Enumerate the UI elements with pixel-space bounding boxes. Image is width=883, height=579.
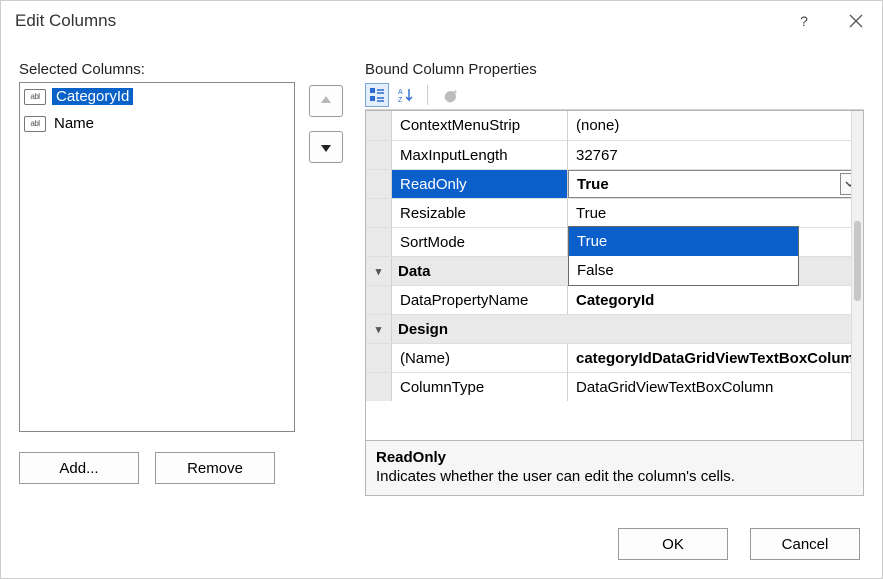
dropdown-option[interactable]: True xyxy=(569,227,798,256)
property-value[interactable]: 32767 xyxy=(568,141,863,169)
property-name: SortMode xyxy=(392,228,568,256)
edit-columns-dialog: Edit Columns ? Selected Columns: abl Cat… xyxy=(0,0,883,579)
titlebar: Edit Columns ? xyxy=(1,1,882,41)
category-name: Data xyxy=(392,257,568,285)
toolbar-separator xyxy=(427,85,428,105)
property-name: (Name) xyxy=(392,344,568,372)
dropdown-option[interactable]: False xyxy=(569,256,798,285)
add-button[interactable]: Add... xyxy=(19,452,139,484)
move-up-button[interactable] xyxy=(309,85,343,117)
property-row[interactable]: DataPropertyName CategoryId xyxy=(366,285,863,314)
bound-properties-panel: Bound Column Properties AZ ContextMenu xyxy=(365,61,864,496)
property-name: Resizable xyxy=(392,199,568,227)
alphabetical-icon[interactable]: AZ xyxy=(393,83,417,107)
description-title: ReadOnly xyxy=(376,449,853,466)
remove-button[interactable]: Remove xyxy=(155,452,275,484)
property-name: DataPropertyName xyxy=(392,286,568,314)
property-value-text: True xyxy=(577,176,609,193)
property-row[interactable]: ReadOnly True xyxy=(366,169,863,198)
svg-text:Z: Z xyxy=(398,97,403,103)
property-value[interactable]: True xyxy=(568,199,863,227)
dialog-buttons: OK Cancel xyxy=(1,514,882,578)
scrollbar-thumb[interactable] xyxy=(854,221,861,301)
property-grid: ContextMenuStrip (none) MaxInputLength 3… xyxy=(365,110,864,496)
property-value[interactable]: (none) xyxy=(568,111,863,140)
property-row[interactable]: MaxInputLength 32767 xyxy=(366,140,863,169)
collapse-icon[interactable]: ▾ xyxy=(376,265,382,278)
property-pages-icon[interactable] xyxy=(438,83,462,107)
list-item[interactable]: abl Name xyxy=(20,110,294,137)
selected-columns-list[interactable]: abl CategoryId abl Name xyxy=(19,82,295,432)
property-row[interactable]: Resizable True xyxy=(366,198,863,227)
dialog-title: Edit Columns xyxy=(15,11,116,31)
scrollbar[interactable] xyxy=(851,111,863,440)
selected-columns-label: Selected Columns: xyxy=(19,61,295,78)
property-category[interactable]: ▾ Design xyxy=(366,314,863,343)
property-row[interactable]: ColumnType DataGridViewTextBoxColumn xyxy=(366,372,863,401)
categorized-icon[interactable] xyxy=(365,83,389,107)
property-name: ContextMenuStrip xyxy=(392,111,568,140)
ok-button[interactable]: OK xyxy=(618,528,728,560)
text-column-icon: abl xyxy=(24,115,46,133)
readonly-dropdown[interactable]: True False xyxy=(568,226,799,286)
bound-properties-label: Bound Column Properties xyxy=(365,61,864,78)
property-row[interactable]: (Name) categoryIdDataGridViewTextBoxColu… xyxy=(366,343,863,372)
close-button[interactable] xyxy=(830,1,882,41)
cancel-button[interactable]: Cancel xyxy=(750,528,860,560)
property-name: ColumnType xyxy=(392,373,568,401)
selected-columns-panel: Selected Columns: abl CategoryId abl Nam… xyxy=(19,61,295,496)
help-button[interactable]: ? xyxy=(778,1,830,41)
property-description: ReadOnly Indicates whether the user can … xyxy=(366,440,863,495)
property-grid-toolbar: AZ xyxy=(365,82,864,110)
property-value[interactable]: DataGridViewTextBoxColumn xyxy=(568,373,863,401)
svg-text:A: A xyxy=(398,89,403,96)
property-value[interactable]: categoryIdDataGridViewTextBoxColumn xyxy=(568,344,863,372)
collapse-icon[interactable]: ▾ xyxy=(376,323,382,336)
move-down-button[interactable] xyxy=(309,131,343,163)
list-item[interactable]: abl CategoryId xyxy=(20,83,294,110)
property-value[interactable]: CategoryId xyxy=(568,286,863,314)
property-value[interactable]: True xyxy=(568,170,863,198)
description-text: Indicates whether the user can edit the … xyxy=(376,468,853,485)
property-name: ReadOnly xyxy=(392,170,568,198)
list-item-label: Name xyxy=(52,115,96,132)
property-row[interactable]: ContextMenuStrip (none) xyxy=(366,111,863,140)
text-column-icon: abl xyxy=(24,88,46,106)
list-item-label: CategoryId xyxy=(52,88,133,105)
property-name: MaxInputLength xyxy=(392,141,568,169)
category-name: Design xyxy=(392,315,568,343)
